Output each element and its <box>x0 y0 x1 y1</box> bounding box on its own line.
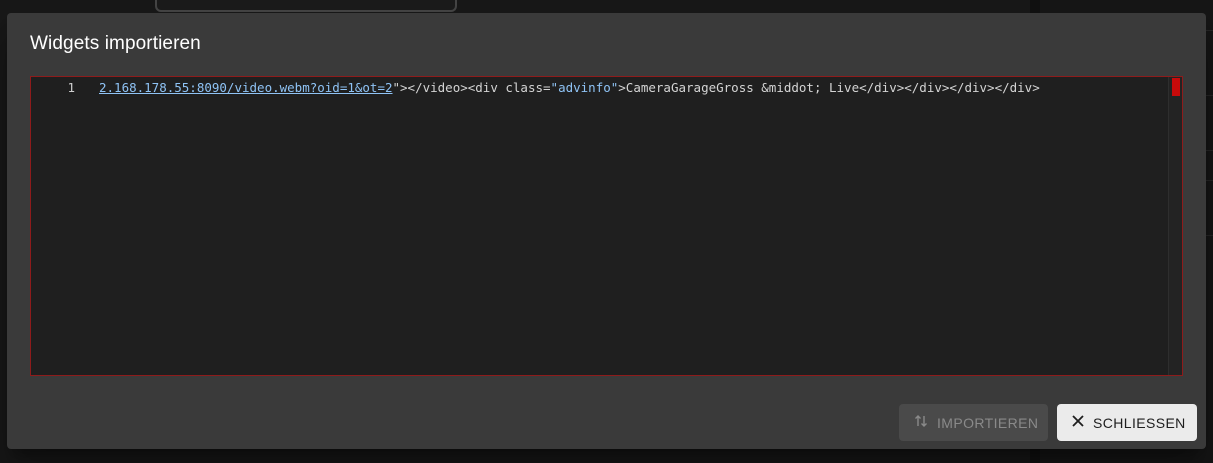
import-button[interactable]: IMPORTIEREN <box>899 404 1048 441</box>
line-number-gutter: 1 <box>31 77 97 375</box>
close-button-label: SCHLIESSEN <box>1093 414 1186 431</box>
code-token-class-value: "advinfo" <box>550 80 619 95</box>
import-widgets-dialog: Widgets importieren 1 2.168.178.55:8090/… <box>7 13 1206 449</box>
code-line[interactable]: 2.168.178.55:8090/video.webm?oid=1&ot=2"… <box>99 79 1166 97</box>
line-number: 1 <box>67 80 75 95</box>
editor-scrollbar[interactable] <box>1168 77 1182 375</box>
error-marker <box>1172 78 1180 96</box>
import-button-label: IMPORTIEREN <box>937 414 1039 431</box>
import-export-icon <box>913 413 929 432</box>
code-token-url: 2.168.178.55:8090/video.webm?oid=1&ot=2 <box>99 80 393 95</box>
close-button[interactable]: SCHLIESSEN <box>1057 404 1197 441</box>
code-token-tail: >CameraGarageGross &middot; Live</div></… <box>618 80 1040 95</box>
code-editor[interactable]: 1 2.168.178.55:8090/video.webm?oid=1&ot=… <box>30 76 1183 376</box>
code-token-tag: "></video><div class= <box>392 80 551 95</box>
close-icon <box>1071 414 1085 431</box>
dialog-title: Widgets importieren <box>30 33 201 54</box>
